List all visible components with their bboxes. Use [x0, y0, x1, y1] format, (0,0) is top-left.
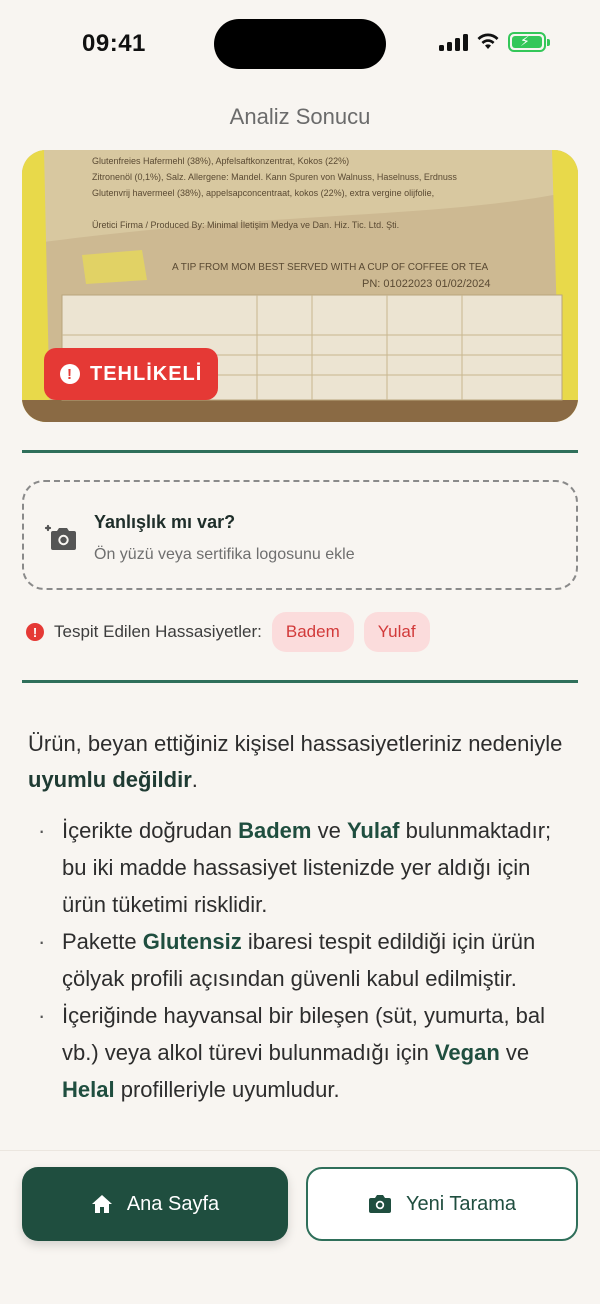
sensitivities-label: Tespit Edilen Hassasiyetler: [54, 622, 262, 641]
package-text-line: Glutenfreies Hafermehl (38%), Apfelsaftk… [92, 156, 350, 166]
danger-badge-label: TEHLİKELİ [90, 362, 203, 385]
summary-text: Ürün, beyan ettiğiniz kişisel hassasiyet… [28, 731, 563, 756]
home-button[interactable]: Ana Sayfa [22, 1167, 288, 1241]
sensitivity-chip-yulaf: Yulaf [363, 612, 430, 652]
home-icon [91, 1195, 112, 1213]
dynamic-island [214, 19, 386, 69]
new-scan-button[interactable]: Yeni Tarama [306, 1167, 578, 1241]
summary-suffix: . [191, 767, 198, 792]
bullet-item: İçerikte doğrudan Badem ve Yulaf bulunma… [38, 812, 578, 923]
add-photo-icon [44, 524, 76, 550]
report-title: Yanlışlık mı var? [94, 512, 236, 532]
package-text-line: A TIP FROM MOM BEST SERVED WITH A CUP OF… [172, 262, 489, 273]
sensitivities-row: ! Tespit Edilen Hassasiyetler: Badem Yul… [26, 612, 440, 652]
bottom-action-bar: Ana Sayfa Yeni Tarama [0, 1150, 600, 1304]
bullet-item: İçeriğinde hayvansal bir bileşen (süt, y… [38, 997, 578, 1108]
danger-badge: ! TEHLİKELİ [44, 348, 219, 400]
package-text-line: Üretici Firma / Produced By: Minimal İle… [92, 220, 400, 230]
camera-icon [368, 1195, 391, 1213]
new-scan-button-label: Yeni Tarama [405, 1192, 517, 1215]
wifi-icon [477, 33, 499, 49]
signal-icon [439, 33, 468, 51]
report-issue-card[interactable]: Yanlışlık mı var? Ön yüzü veya sertifika… [22, 480, 578, 590]
status-time: 09:41 [82, 30, 146, 57]
battery-icon: ⚡ [508, 32, 550, 52]
home-button-label: Ana Sayfa [126, 1192, 220, 1215]
report-subtitle: Ön yüzü veya sertifika logosunu ekle [94, 546, 355, 563]
divider [22, 450, 578, 453]
status-bar: 09:41 ⚡ [0, 0, 600, 90]
page-title: Analiz Sonucu [229, 104, 371, 129]
package-text-line: Zitronenöl (0,1%), Salz. Allergene: Mand… [92, 172, 457, 182]
bullet-item: Pakette Glutensiz ibaresi tespit edildiğ… [38, 923, 578, 997]
analysis-bullets: İçerikte doğrudan Badem ve Yulaf bulunma… [38, 812, 578, 1108]
divider [22, 680, 578, 683]
package-text-line: PN: 01022023 01/02/2024 [362, 278, 491, 290]
sensitivity-chip-badem: Badem [271, 612, 354, 652]
summary-emphasis: uyumlu değildir [28, 767, 192, 792]
package-text-line: Glutenvrij havermeel (38%), appelsapconc… [92, 188, 435, 198]
status-icons: ⚡ [439, 32, 550, 52]
analysis-summary: Ürün, beyan ettiğiniz kişisel hassasiyet… [28, 726, 578, 798]
alert-icon: ! [26, 623, 44, 641]
alert-icon: ! [60, 364, 80, 384]
product-image: Glutenfreies Hafermehl (38%), Apfelsaftk… [22, 150, 578, 422]
